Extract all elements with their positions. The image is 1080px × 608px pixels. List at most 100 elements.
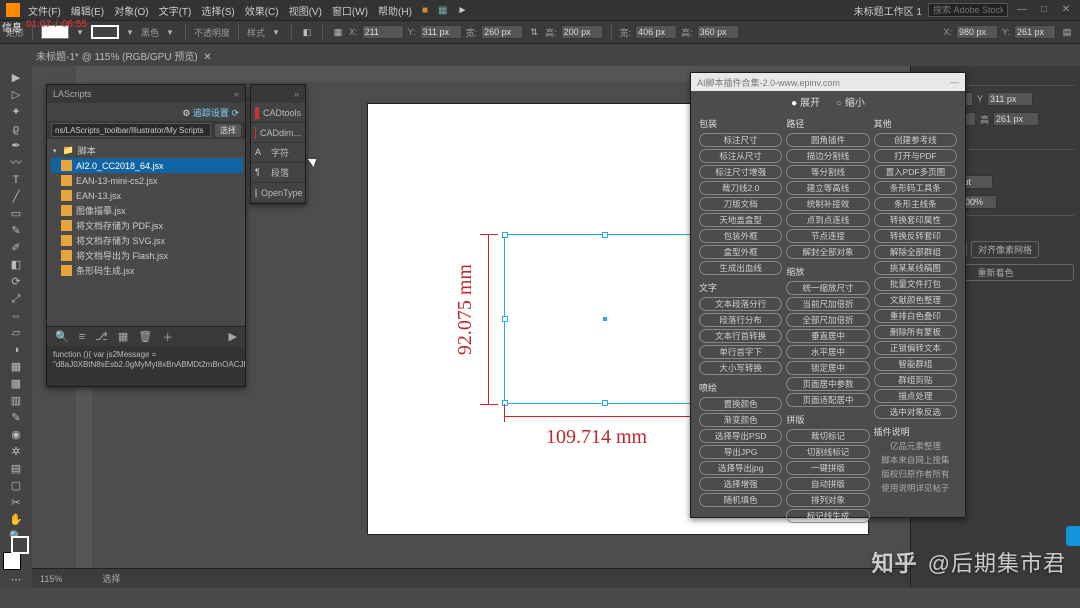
tool-artboard[interactable]: ▢: [2, 478, 30, 494]
code-icon[interactable]: ⎇: [95, 330, 108, 343]
chevron-down-icon[interactable]: ▾: [269, 25, 283, 39]
script-chip[interactable]: 一键拼版: [786, 461, 869, 475]
status-zoom[interactable]: 115%: [40, 574, 62, 584]
tool-graph[interactable]: ▤: [2, 461, 30, 477]
script-chip[interactable]: 描点处理: [874, 389, 957, 403]
script-item[interactable]: 图像描摹.jsx: [51, 203, 243, 218]
tool-eyedropper[interactable]: ✎: [2, 410, 30, 426]
script-chip[interactable]: 描边分割线: [786, 149, 869, 163]
prop-y[interactable]: [987, 92, 1033, 106]
script-chip[interactable]: 统制补接效: [786, 197, 869, 211]
window-min-icon[interactable]: —: [1014, 4, 1030, 16]
stroke-swatch[interactable]: [91, 25, 119, 39]
script-chip[interactable]: 节点连接: [786, 229, 869, 243]
script-chip[interactable]: 条形主线条: [874, 197, 957, 211]
tool-pen[interactable]: ✒: [2, 138, 30, 154]
ey-input[interactable]: [1014, 25, 1056, 39]
tree-root[interactable]: 📁脚本: [51, 143, 243, 158]
script-path-input[interactable]: [51, 123, 211, 137]
script-chip[interactable]: 渐变颜色: [699, 413, 782, 427]
chevron-down-icon[interactable]: ▾: [163, 25, 177, 39]
align-icon[interactable]: ◧: [300, 25, 314, 39]
tool-rotate[interactable]: ⟳: [2, 274, 30, 290]
tool-free-transform[interactable]: ▱: [2, 325, 30, 341]
dock-cadtools[interactable]: CADtools: [251, 103, 305, 123]
tool-scale[interactable]: ⤢: [2, 291, 30, 307]
script-item[interactable]: 将文档导出为 Flash.jsx: [51, 248, 243, 263]
script-chip[interactable]: 选中对象反选: [874, 405, 957, 419]
quick-btn[interactable]: 对齐像素网格: [971, 241, 1039, 258]
script-chip[interactable]: 创建参考线: [874, 133, 957, 147]
h-input[interactable]: [561, 25, 603, 39]
script-item[interactable]: 将文档存储为 SVG.jsx: [51, 233, 243, 248]
window-max-icon[interactable]: □: [1036, 4, 1052, 16]
list-icon[interactable]: ≡: [79, 331, 85, 343]
script-chip[interactable]: 圆角插件: [786, 133, 869, 147]
panel-toggle-icon[interactable]: ▤: [1060, 25, 1074, 39]
tool-perspective[interactable]: ▦: [2, 359, 30, 375]
script-chip[interactable]: 智能群组: [874, 357, 957, 371]
script-chip[interactable]: 自动拼版: [786, 477, 869, 491]
script-chip[interactable]: 标注尺寸增强: [699, 165, 782, 179]
script-chip[interactable]: 标注从尺寸: [699, 149, 782, 163]
tool-selection[interactable]: ▶: [2, 70, 30, 86]
script-chip[interactable]: 锁定居中: [786, 361, 869, 375]
script-chip[interactable]: 切割线标记: [786, 445, 869, 459]
script-chip[interactable]: 水平居中: [786, 345, 869, 359]
fh-input[interactable]: [697, 25, 739, 39]
collapse-icon[interactable]: »: [294, 89, 299, 99]
script-chip[interactable]: 文本行首转换: [699, 329, 782, 343]
menu-window[interactable]: 窗口(W): [332, 3, 368, 18]
dock-paragraph[interactable]: ¶段落: [251, 163, 305, 183]
script-chip[interactable]: 点到点连线: [786, 213, 869, 227]
script-chip[interactable]: 群组剪贴: [874, 373, 957, 387]
script-item[interactable]: EAN-13-mini-cs2.jsx: [51, 173, 243, 188]
script-chip[interactable]: 盒型外框: [699, 245, 782, 259]
dock-character[interactable]: A字符: [251, 143, 305, 163]
script-chip[interactable]: 随机填色: [699, 493, 782, 507]
script-chip[interactable]: 转换反转套印: [874, 229, 957, 243]
add-icon[interactable]: ＋: [162, 329, 173, 345]
menu-file[interactable]: 文件(F): [28, 3, 61, 18]
grid-icon[interactable]: ▦: [118, 330, 128, 343]
close-icon[interactable]: «: [234, 89, 239, 99]
menu-select[interactable]: 选择(S): [201, 3, 234, 18]
script-chip[interactable]: 解封全部对象: [786, 245, 869, 259]
script-chip[interactable]: 标注尺寸: [699, 133, 782, 147]
script-chip[interactable]: 转换套印属性: [874, 213, 957, 227]
menu-edit[interactable]: 编辑(E): [71, 3, 104, 18]
ai-scripts-panel[interactable]: AI脚本插件合集-2.0-www.epinv.com — 展开 缩小 包装标注尺…: [690, 72, 966, 518]
transform-anchor-icon[interactable]: ▦: [331, 25, 345, 39]
tool-width[interactable]: ⇔: [2, 308, 30, 324]
script-chip[interactable]: 选择增强: [699, 477, 782, 491]
script-chip[interactable]: 打开与PDF: [874, 149, 957, 163]
path-go-button[interactable]: 选择: [215, 124, 241, 137]
mini-docker[interactable]: » CADtools CADdim... A字符 ¶段落 OpenType: [250, 84, 306, 204]
tool-line[interactable]: ╱: [2, 189, 30, 205]
script-chip[interactable]: 建立等高线: [786, 181, 869, 195]
y-input[interactable]: [420, 25, 462, 39]
script-item[interactable]: 条形码生成.jsx: [51, 263, 243, 278]
refresh-icon[interactable]: ⟳: [231, 108, 239, 118]
tool-shaper[interactable]: ✐: [2, 240, 30, 256]
tool-symbol-spray[interactable]: ✲: [2, 444, 30, 460]
dock-opentype[interactable]: OpenType: [251, 183, 305, 203]
menu-effect[interactable]: 效果(C): [245, 3, 279, 18]
dock-caddim[interactable]: CADdim...: [251, 123, 305, 143]
w-input[interactable]: [481, 25, 523, 39]
tool-blend[interactable]: ◉: [2, 427, 30, 443]
script-chip[interactable]: 删除所有蒙板: [874, 325, 957, 339]
script-chip[interactable]: 文本段落分行: [699, 297, 782, 311]
tool-slice[interactable]: ✂: [2, 495, 30, 511]
menu-type[interactable]: 文字(T): [159, 3, 192, 18]
script-chip[interactable]: 正锁偏转文本: [874, 341, 957, 355]
script-chip[interactable]: 生成出血线: [699, 261, 782, 275]
script-chip[interactable]: 包装外框: [699, 229, 782, 243]
tool-eraser[interactable]: ◧: [2, 257, 30, 273]
script-chip[interactable]: 重排白色叠印: [874, 309, 957, 323]
script-item[interactable]: EAN-13.jsx: [51, 188, 243, 203]
radio-expand[interactable]: 展开: [791, 94, 820, 109]
script-chip[interactable]: 刀版文档: [699, 197, 782, 211]
script-chip[interactable]: 文献颜色整理: [874, 293, 957, 307]
script-chip[interactable]: 挑某某线稿图: [874, 261, 957, 275]
